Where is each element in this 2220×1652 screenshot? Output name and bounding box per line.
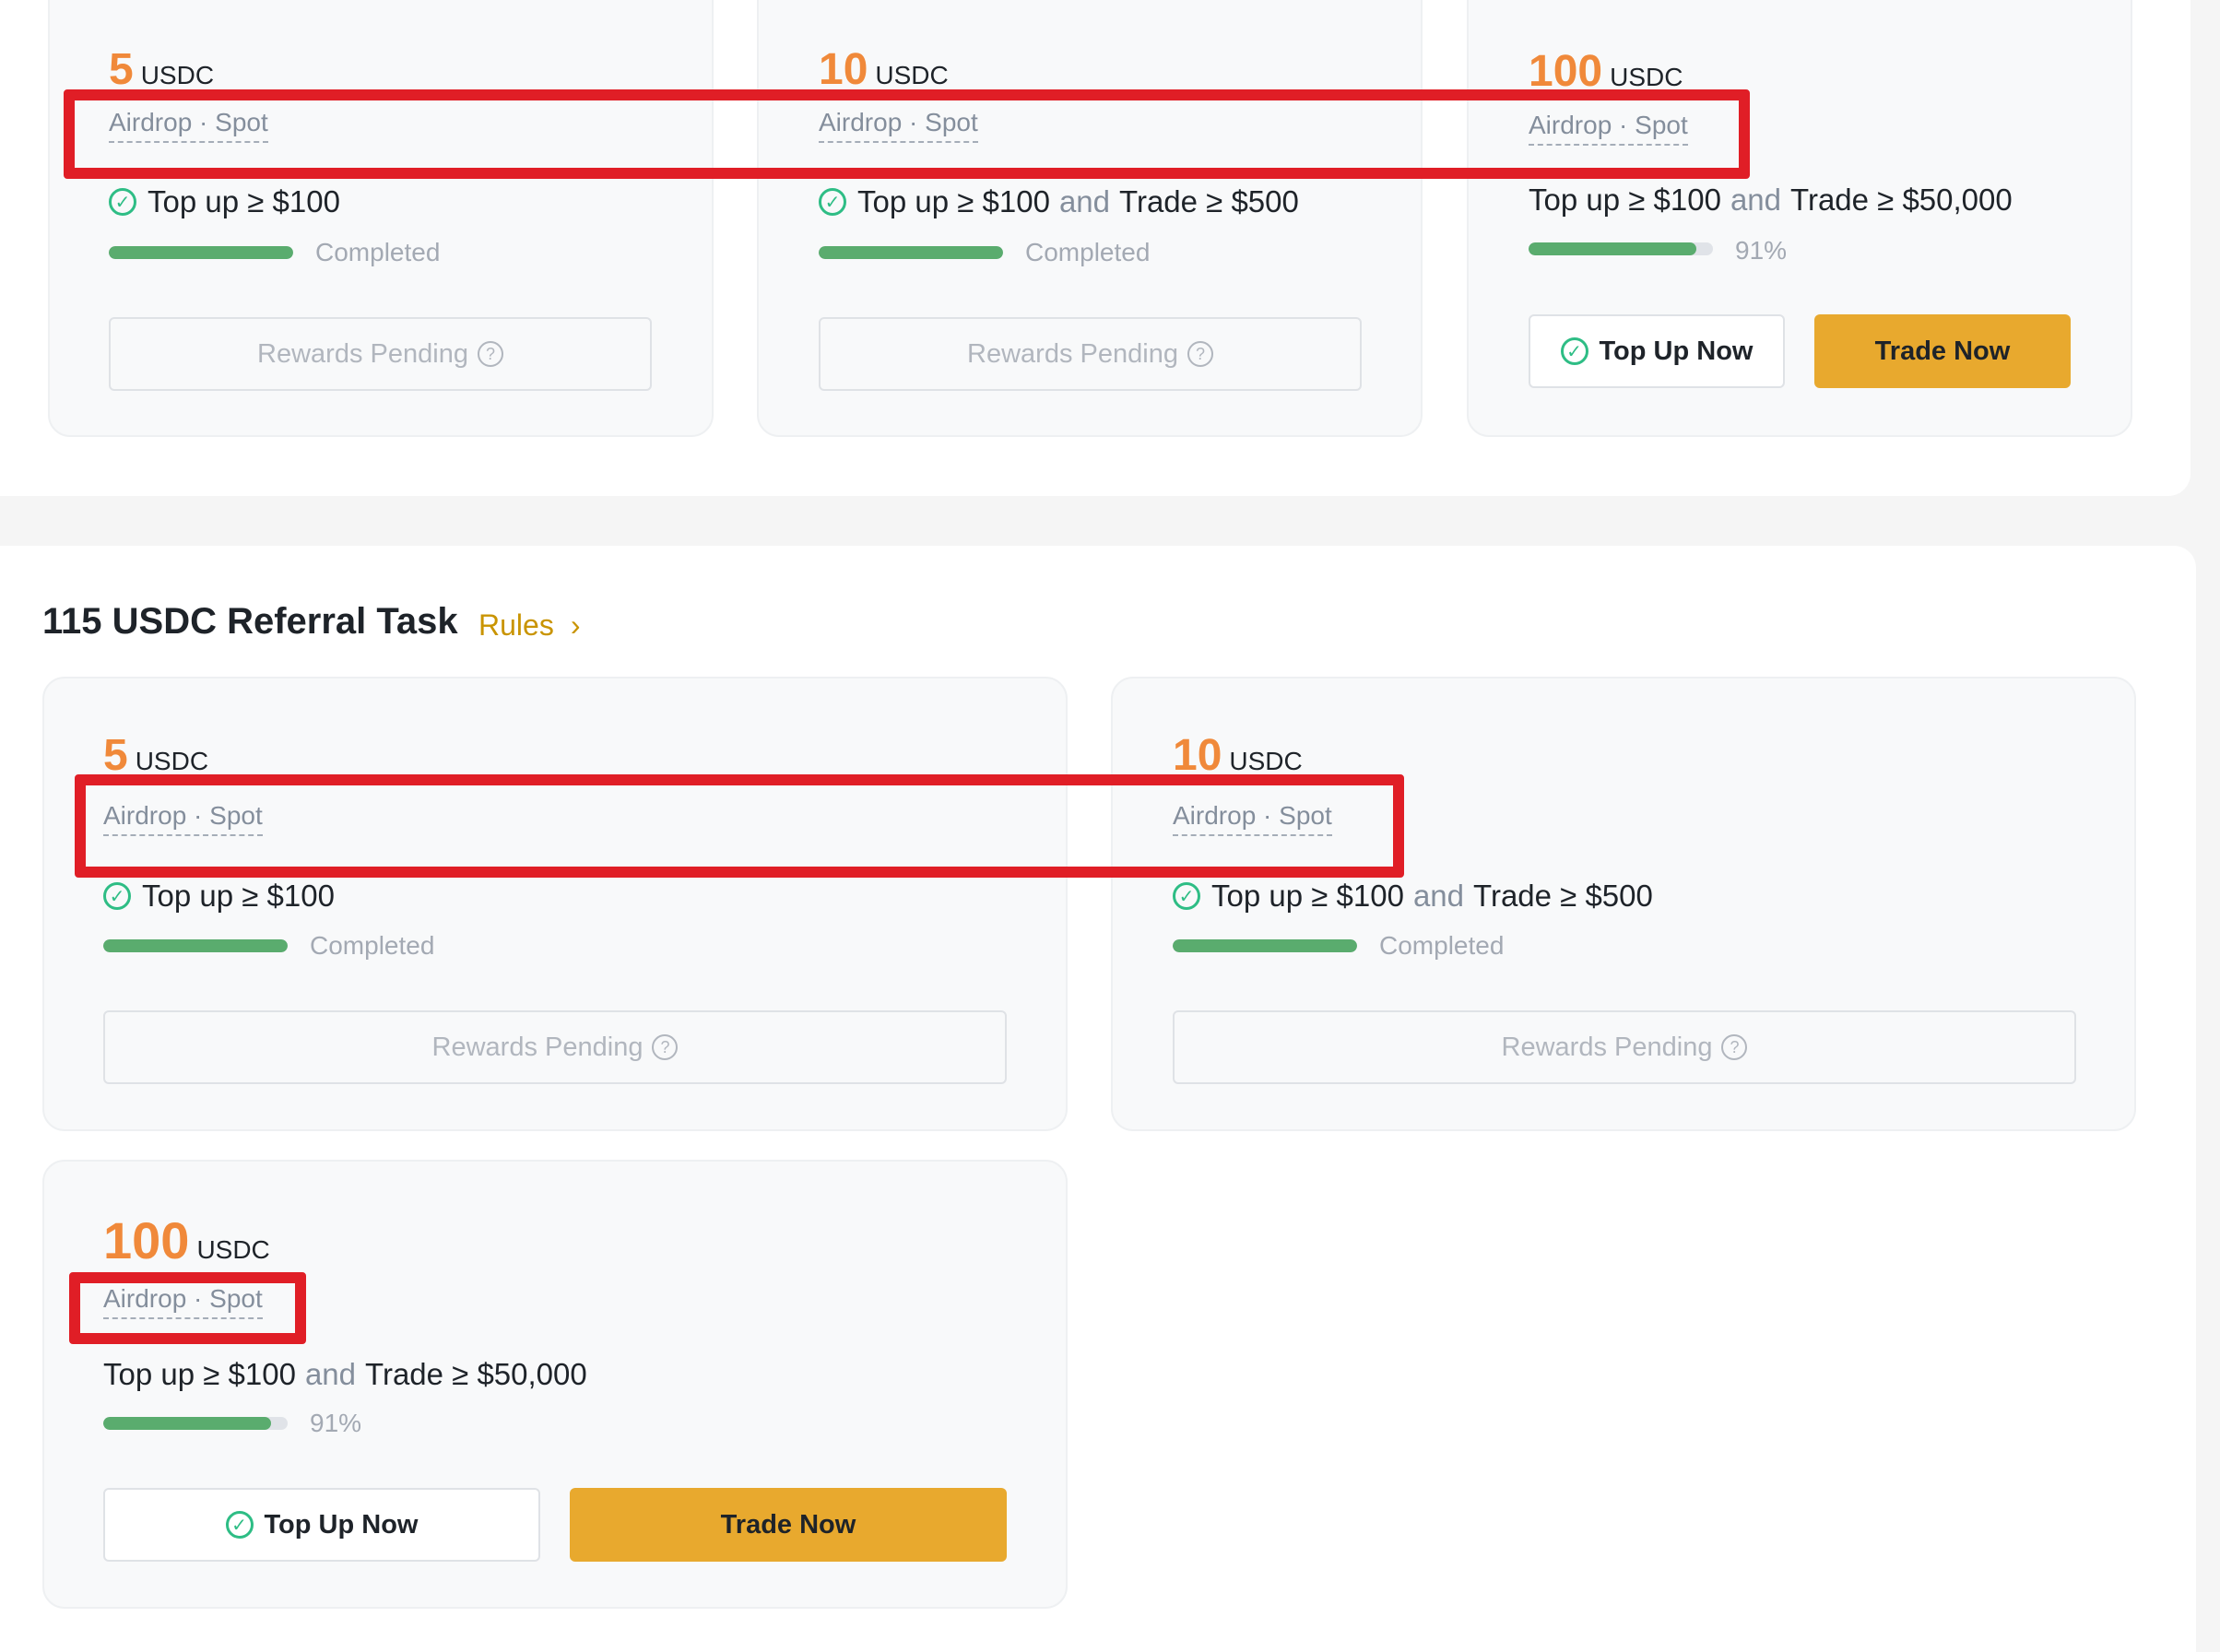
- highlight-box: [75, 774, 1404, 878]
- task-description: ✓ Top up ≥ $100: [103, 879, 335, 914]
- trade-now-label: Trade Now: [720, 1509, 856, 1540]
- amount-value: 5: [103, 731, 128, 780]
- amount-unit: USDC: [140, 61, 215, 89]
- progress-status: 91%: [1735, 236, 1788, 265]
- question-circle-icon[interactable]: ?: [477, 341, 503, 367]
- amount-value: 100: [1529, 47, 1603, 96]
- amount-unit: USDC: [1229, 747, 1303, 775]
- check-circle-icon: ✓: [225, 1511, 254, 1539]
- rewards-pending-button[interactable]: Rewards Pending ?: [109, 317, 652, 391]
- chevron-right-icon: ›: [570, 608, 581, 642]
- reward-amount: 100 USDC: [103, 1215, 270, 1267]
- progress-bar: [103, 939, 288, 952]
- question-circle-icon[interactable]: ?: [1187, 341, 1213, 367]
- reward-amount: 100 USDC: [1529, 50, 1683, 94]
- reward-amount: 5 USDC: [103, 734, 208, 778]
- task-part-1: Top up ≥ $100: [103, 1357, 296, 1391]
- top-up-now-button[interactable]: ✓ Top Up Now: [1529, 314, 1785, 388]
- task-description: ✓ Top up ≥ $100 and Trade ≥ $500: [819, 184, 1299, 219]
- progress-status: Completed: [310, 931, 435, 960]
- task-part-1: Top up ≥ $100: [1529, 183, 1721, 217]
- task-part-1: Top up ≥ $100: [1211, 879, 1404, 913]
- rules-label: Rules: [478, 608, 554, 642]
- highlight-box: [69, 1272, 306, 1344]
- amount-unit: USDC: [135, 747, 209, 775]
- trade-now-label: Trade Now: [1874, 336, 2011, 366]
- rewards-pending-button[interactable]: Rewards Pending ?: [103, 1010, 1007, 1084]
- rewards-pending-label: Rewards Pending: [1501, 1032, 1713, 1062]
- reward-amount: 10 USDC: [819, 48, 949, 92]
- task-part-1: Top up ≥ $100: [142, 879, 335, 913]
- task-part-1: Top up ≥ $100: [857, 184, 1050, 218]
- trade-now-button[interactable]: Trade Now: [570, 1488, 1007, 1562]
- task-part-2: Trade ≥ $500: [1473, 879, 1653, 913]
- top-up-now-button[interactable]: ✓ Top Up Now: [103, 1488, 540, 1562]
- progress-status: Completed: [1379, 931, 1505, 960]
- task-and: and: [1058, 184, 1111, 218]
- trade-now-button[interactable]: Trade Now: [1814, 314, 2071, 388]
- rewards-pending-label: Rewards Pending: [431, 1032, 644, 1062]
- check-circle-icon: ✓: [1173, 882, 1200, 910]
- task-description: ✓ Top up ≥ $100 and Trade ≥ $500: [1173, 879, 1653, 914]
- amount-unit: USDC: [196, 1235, 270, 1264]
- progress-status: 91%: [310, 1409, 362, 1437]
- question-circle-icon[interactable]: ?: [652, 1034, 679, 1060]
- rewards-pending-button[interactable]: Rewards Pending ?: [819, 317, 1362, 391]
- highlight-box: [64, 89, 1750, 179]
- progress-bar: [819, 246, 1003, 259]
- task-part-2: Trade ≥ $50,000: [365, 1357, 587, 1391]
- rewards-pending-label: Rewards Pending: [257, 338, 468, 369]
- progress-bar: [109, 246, 293, 259]
- check-circle-icon: ✓: [109, 188, 136, 216]
- rewards-pending-label: Rewards Pending: [967, 338, 1178, 369]
- top-up-now-label: Top Up Now: [1599, 336, 1754, 366]
- question-circle-icon[interactable]: ?: [1721, 1034, 1748, 1060]
- check-circle-icon: ✓: [819, 188, 846, 216]
- task-and: and: [1730, 183, 1782, 217]
- amount-value: 10: [1173, 731, 1222, 780]
- task-description: ✓ Top up ≥ $100: [109, 184, 340, 219]
- rewards-pending-button[interactable]: Rewards Pending ?: [1173, 1010, 2076, 1084]
- check-circle-icon: ✓: [1560, 337, 1588, 365]
- task-and: and: [1412, 879, 1465, 913]
- progress-bar: [1173, 939, 1357, 952]
- reward-amount: 10 USDC: [1173, 734, 1303, 778]
- amount-unit: USDC: [875, 61, 949, 89]
- check-circle-icon: ✓: [103, 882, 131, 910]
- progress-status: Completed: [315, 238, 441, 266]
- task-and: and: [304, 1357, 357, 1391]
- task-description: Top up ≥ $100 and Trade ≥ $50,000: [1529, 183, 2013, 218]
- task-part-2: Trade ≥ $50,000: [1790, 183, 2013, 217]
- amount-unit: USDC: [1610, 63, 1683, 91]
- progress-status: Completed: [1025, 238, 1151, 266]
- amount-value: 10: [819, 45, 868, 94]
- section-title: 115 USDC Referral Task: [42, 601, 458, 642]
- amount-value: 100: [103, 1211, 190, 1269]
- rules-link[interactable]: Rules ›: [478, 608, 580, 643]
- amount-value: 5: [109, 45, 134, 94]
- progress-bar: [103, 1417, 288, 1430]
- task-part-2: Trade ≥ $500: [1119, 184, 1299, 218]
- task-description: Top up ≥ $100 and Trade ≥ $50,000: [103, 1357, 587, 1392]
- reward-amount: 5 USDC: [109, 48, 214, 92]
- progress-bar: [1529, 242, 1713, 255]
- task-part-1: Top up ≥ $100: [148, 184, 340, 218]
- top-up-now-label: Top Up Now: [264, 1509, 419, 1540]
